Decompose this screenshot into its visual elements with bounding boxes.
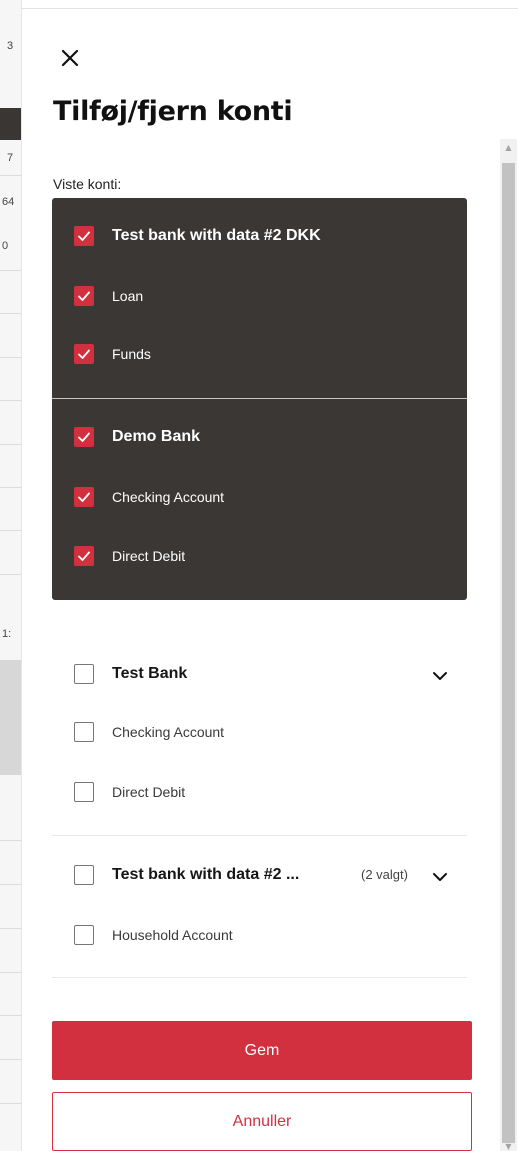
checkmark-icon (78, 349, 90, 359)
background-divider (0, 884, 21, 885)
checkbox-checked[interactable] (74, 546, 94, 566)
background-divider (0, 1015, 21, 1016)
bank-name: Demo Bank (112, 428, 201, 445)
account-name: Funds (112, 346, 151, 362)
background-divider (0, 530, 21, 531)
background-text: 1: (2, 628, 12, 640)
group-divider (52, 835, 467, 836)
background-text: 0 (2, 240, 9, 252)
scroll-up-arrow-icon[interactable]: ▲ (500, 139, 517, 156)
account-row-checking-account[interactable]: Checking Account (74, 722, 224, 742)
account-name: Household Account (112, 927, 233, 943)
background-divider (0, 175, 21, 176)
checkbox-unchecked[interactable] (74, 865, 94, 885)
scroll-thumb[interactable] (502, 163, 515, 1143)
bank-row-demo-bank[interactable]: Demo Bank (74, 427, 200, 447)
background-divider (0, 357, 21, 358)
panel-top-border (22, 8, 518, 9)
account-row-loan[interactable]: Loan (74, 286, 143, 306)
selected-count-badge: (2 valgt) (361, 867, 408, 882)
account-row-checking-account[interactable]: Checking Account (74, 487, 224, 507)
shown-accounts-list: Test bank with data #2 DKK Loan Funds De… (52, 198, 467, 600)
chevron-down-icon[interactable] (432, 869, 448, 885)
background-divider (0, 1103, 21, 1104)
account-name: Direct Debit (112, 784, 186, 800)
chevron-down-icon[interactable] (432, 668, 448, 684)
account-name: Loan (112, 288, 144, 304)
cancel-button[interactable]: Annuller (52, 1092, 472, 1151)
checkmark-icon (78, 231, 90, 241)
account-row-direct-debit[interactable]: Direct Debit (74, 546, 185, 566)
group-divider (52, 398, 467, 399)
account-row-household-account[interactable]: Household Account (74, 925, 233, 945)
checkbox-checked[interactable] (74, 487, 94, 507)
group-divider (52, 977, 467, 978)
background-divider (0, 270, 21, 271)
bank-name: Test bank with data #2 ... (112, 866, 300, 883)
checkbox-checked[interactable] (74, 344, 94, 364)
account-row-direct-debit[interactable]: Direct Debit (74, 782, 185, 802)
save-button[interactable]: Gem (52, 1021, 472, 1080)
background-divider (0, 400, 21, 401)
bank-row-test-bank[interactable]: Test Bank (74, 664, 187, 684)
shown-accounts-label: Viste konti: (53, 176, 122, 192)
close-icon (61, 49, 79, 67)
checkbox-checked[interactable] (74, 226, 94, 246)
checkmark-icon (78, 432, 90, 442)
panel-title: Tilføj/fjern konti (53, 96, 293, 127)
checkbox-unchecked[interactable] (74, 722, 94, 742)
account-name: Checking Account (112, 724, 225, 740)
scroll-down-arrow-icon[interactable]: ▼ (500, 1141, 517, 1151)
background-grey-block (0, 660, 21, 775)
checkmark-icon (78, 492, 90, 502)
checkbox-unchecked[interactable] (74, 664, 94, 684)
background-text: 3 (7, 40, 14, 52)
background-dark-bar (0, 108, 21, 140)
background-divider (0, 1059, 21, 1060)
checkbox-checked[interactable] (74, 286, 94, 306)
scrollbar[interactable]: ▲ ▼ (500, 139, 517, 1151)
bank-row-test-bank-data-2-dkk[interactable]: Test bank with data #2 DKK (74, 226, 321, 246)
background-text: 7 (7, 152, 14, 164)
bank-row-test-bank-data-2[interactable]: Test bank with data #2 ... (74, 865, 299, 885)
close-button[interactable] (56, 44, 84, 72)
account-row-funds[interactable]: Funds (74, 344, 151, 364)
background-divider (0, 840, 21, 841)
background-divider (0, 972, 21, 973)
account-name: Checking Account (112, 489, 225, 505)
bank-name: Test bank with data #2 DKK (112, 227, 321, 244)
background-divider (0, 313, 21, 314)
checkmark-icon (78, 551, 90, 561)
background-text: 64 (2, 196, 15, 208)
checkbox-unchecked[interactable] (74, 782, 94, 802)
background-divider (0, 574, 21, 575)
checkmark-icon (78, 291, 90, 301)
checkbox-unchecked[interactable] (74, 925, 94, 945)
checkbox-checked[interactable] (74, 427, 94, 447)
account-name: Direct Debit (112, 548, 186, 564)
bank-name: Test Bank (112, 665, 188, 682)
background-app-strip: 3 7 64 0 1: (0, 0, 22, 1151)
background-divider (0, 928, 21, 929)
background-divider (0, 444, 21, 445)
background-divider (0, 487, 21, 488)
